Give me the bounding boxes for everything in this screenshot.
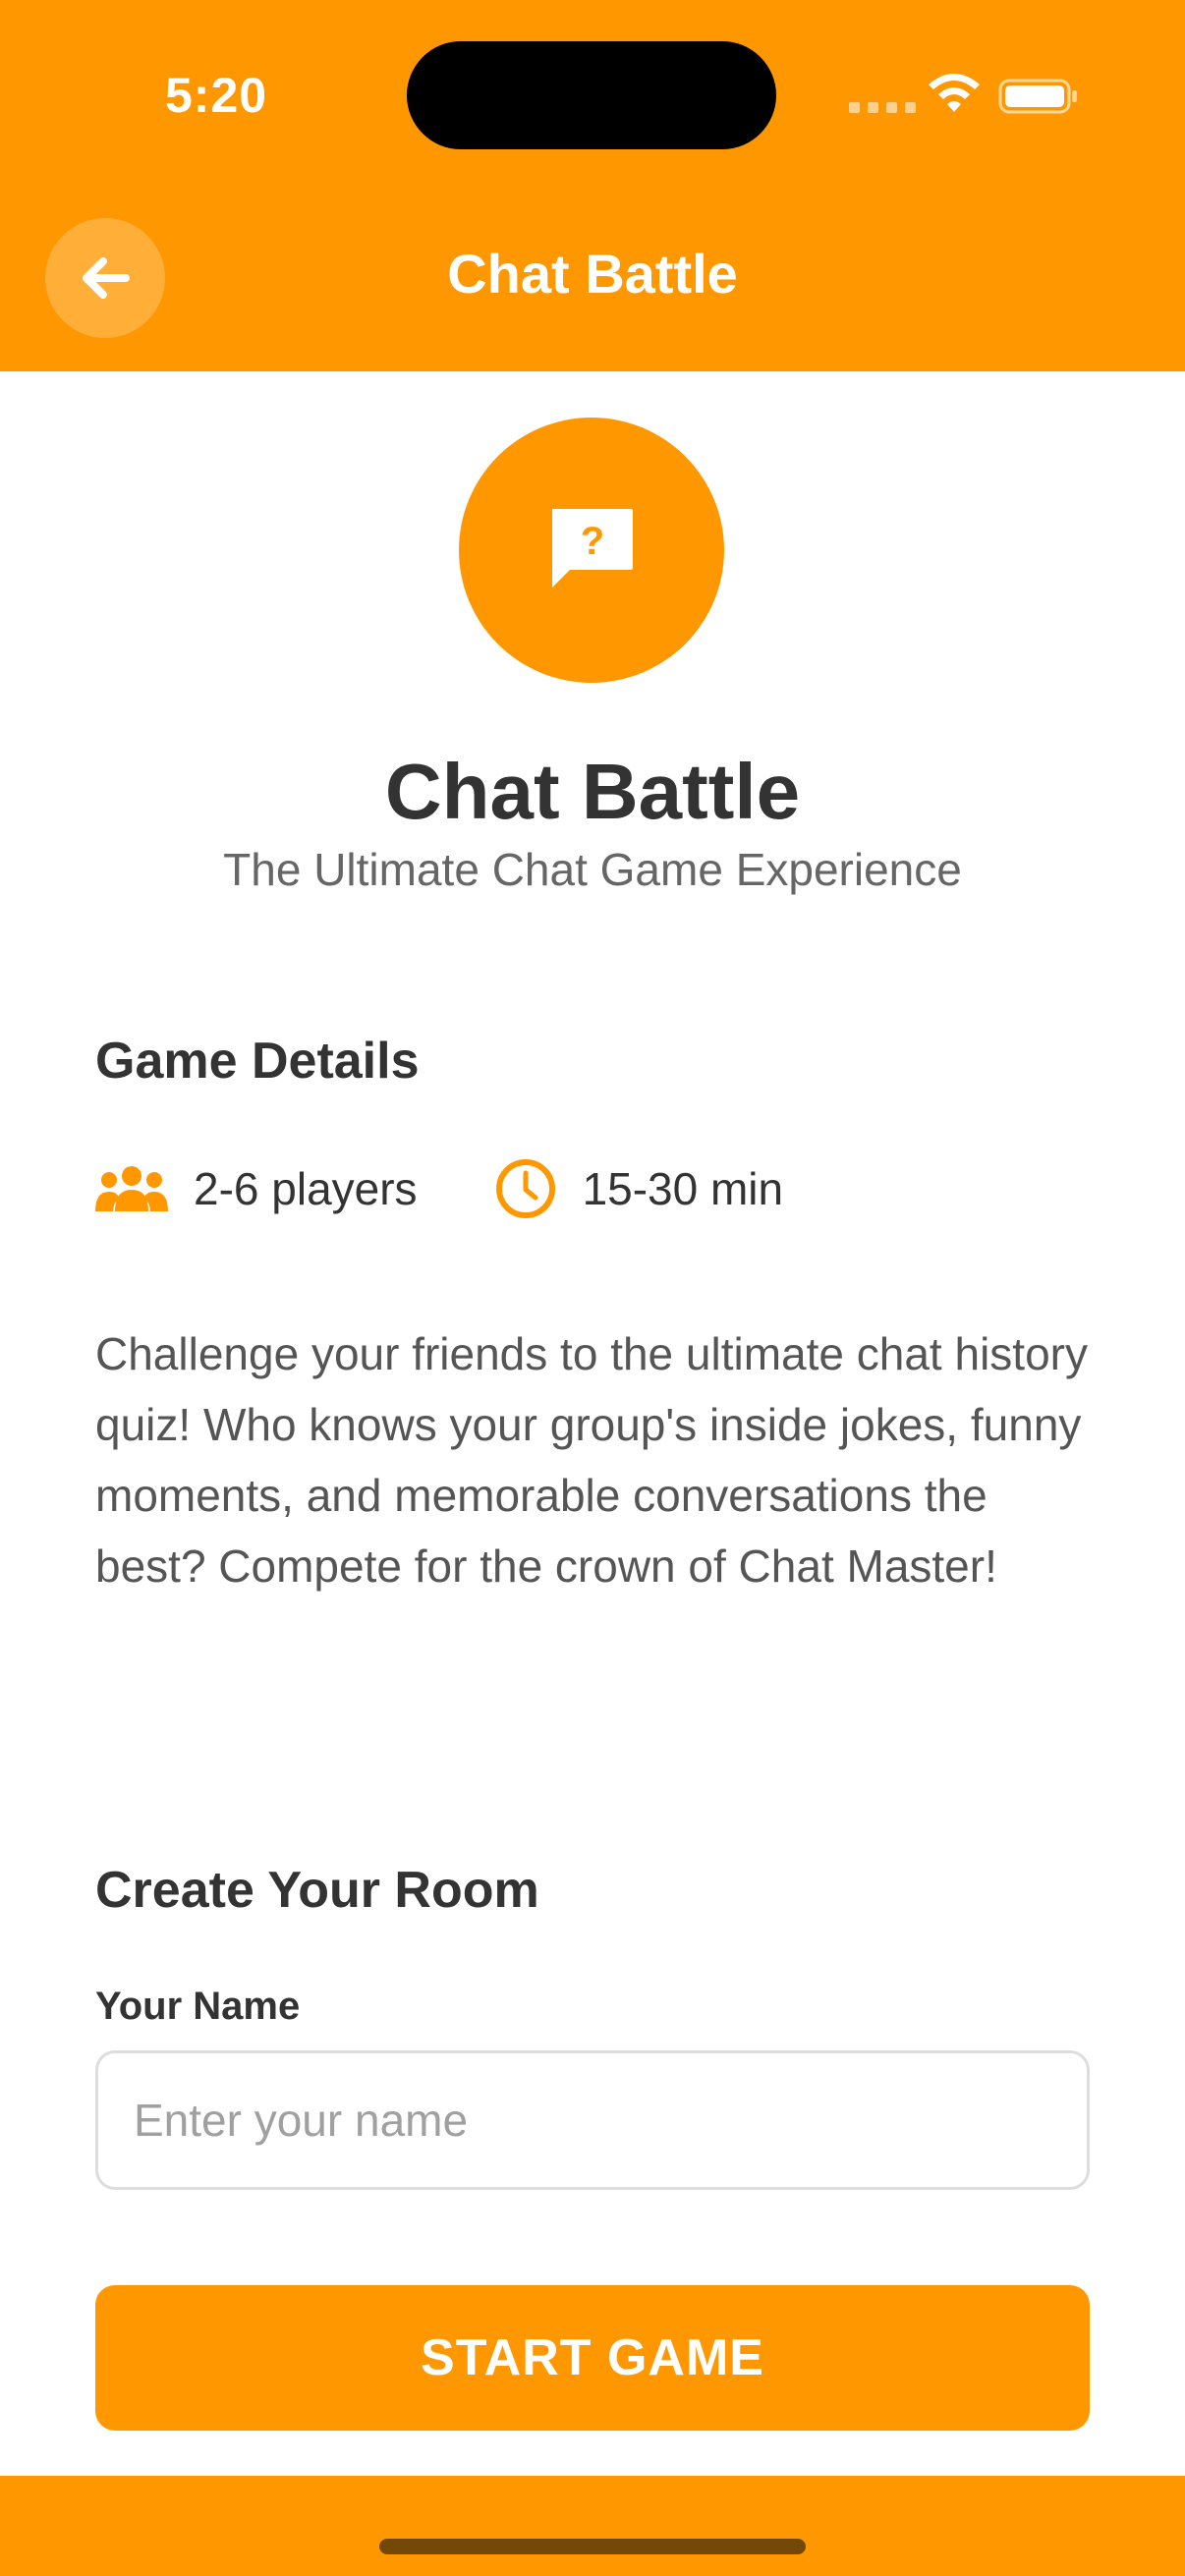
app-header: 5:20 Chat Battle [0, 0, 1185, 371]
footer-bar [0, 2476, 1185, 2576]
wifi-icon [929, 74, 980, 112]
clock-icon [495, 1159, 555, 1218]
header-title: Chat Battle [447, 243, 738, 305]
users-icon [95, 1166, 168, 1211]
name-field-label: Your Name [95, 1985, 301, 2028]
game-details-row: 2-6 players 15-30 min [95, 1157, 783, 1220]
dynamic-island [407, 41, 776, 149]
game-details-heading: Game Details [95, 1033, 420, 1090]
battery-icon [998, 79, 1077, 114]
create-room-heading: Create Your Room [95, 1862, 539, 1919]
game-title: Chat Battle [384, 748, 801, 835]
game-logo: ? [459, 418, 724, 683]
chat-question-icon: ? [552, 509, 633, 588]
cellular-signal-icon [849, 102, 916, 113]
game-description: Challenge your friends to the ultimate c… [95, 1328, 1088, 1592]
start-game-button[interactable]: START GAME [95, 2285, 1090, 2431]
players-label: 2-6 players [194, 1163, 418, 1214]
svg-text:?: ? [581, 520, 604, 563]
duration-info: 15-30 min [494, 1157, 784, 1220]
duration-label: 15-30 min [582, 1163, 784, 1214]
name-input[interactable] [95, 2050, 1090, 2190]
players-info: 2-6 players [95, 1162, 418, 1215]
status-time: 5:20 [165, 68, 268, 123]
game-subtitle: The Ultimate Chat Game Experience [223, 844, 962, 895]
home-indicator[interactable] [379, 2539, 806, 2554]
